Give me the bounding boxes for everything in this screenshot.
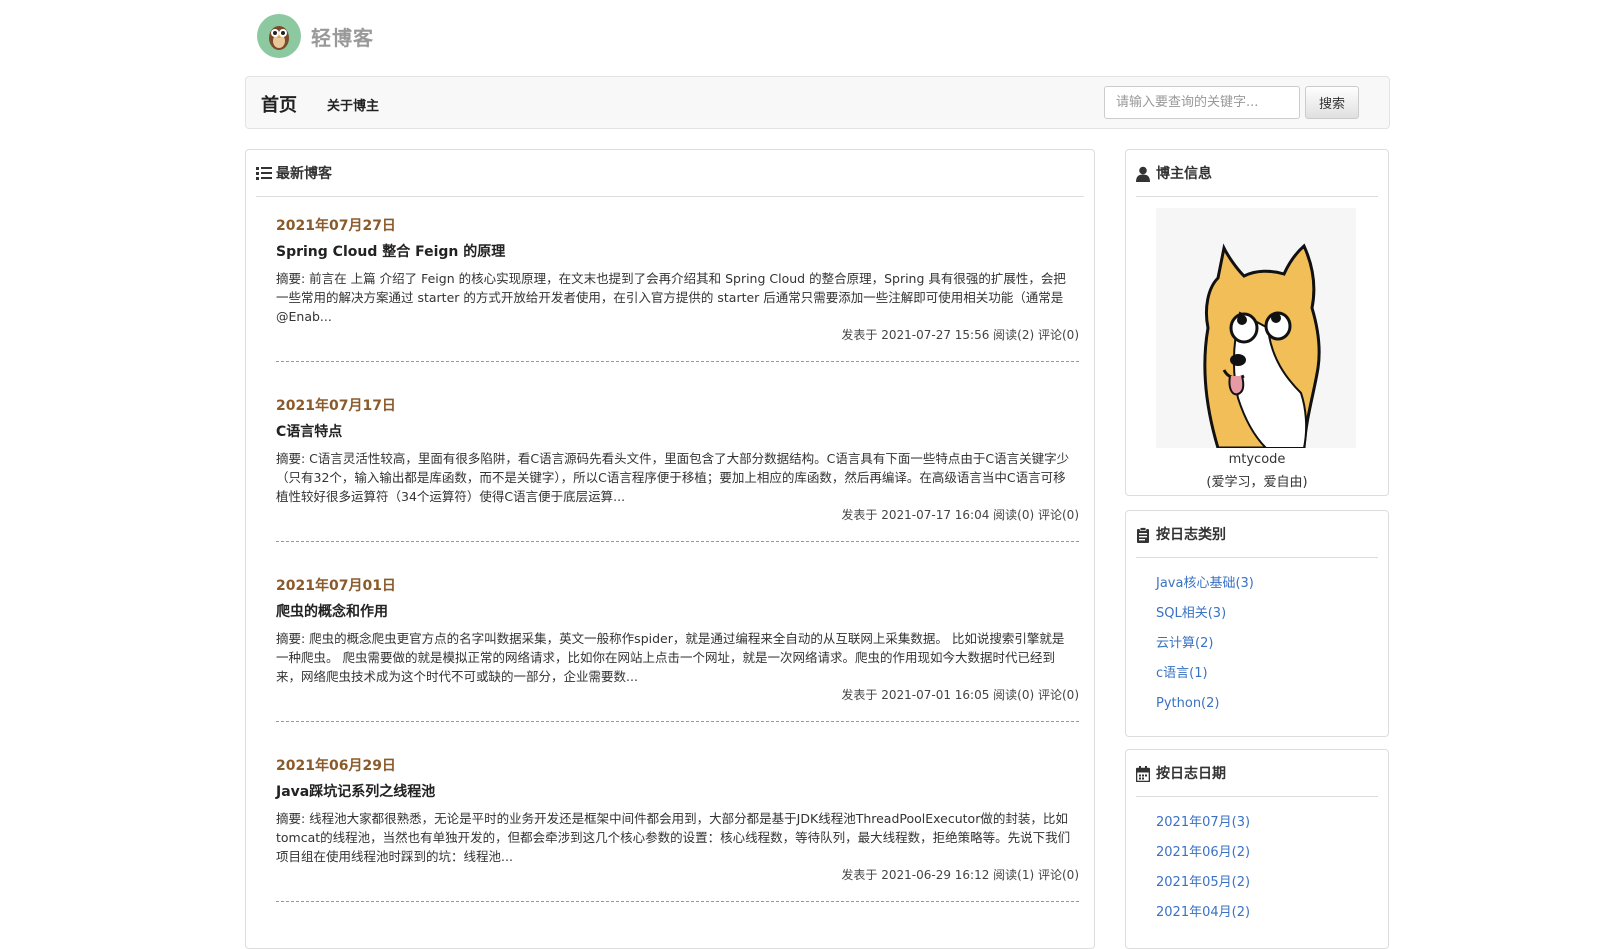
search-input[interactable] xyxy=(1104,86,1300,119)
site-name: 轻博客 xyxy=(311,25,374,50)
calendar-icon xyxy=(1136,766,1150,782)
latest-posts-title: 最新博客 xyxy=(276,166,332,182)
author-name: mtycode xyxy=(1228,452,1286,467)
post-summary: 摘要: C语言灵活性较高，里面有很多陷阱，看C语言源码先看头文件，里面包含了大部… xyxy=(276,451,1070,504)
author-avatar xyxy=(1156,208,1356,450)
categories-panel: 按日志类别 Java核心基础(3) SQL相关(3) 云计算(2) c语言(1)… xyxy=(1125,510,1389,737)
author-panel: 博主信息 mtycode (爱学习，爱自由) xyxy=(1125,149,1389,496)
archive-panel-title: 按日志日期 xyxy=(1156,766,1226,782)
archive-link[interactable]: 2021年07月(3) xyxy=(1156,814,1250,844)
post-date: 2021年07月27日 xyxy=(276,218,396,234)
author-panel-header: 博主信息 xyxy=(1136,164,1378,197)
nav-home-link[interactable]: 首页 xyxy=(261,91,297,117)
post-meta: 发表于 2021-07-27 15:56 阅读(2) 评论(0) xyxy=(841,328,1079,342)
archive-link[interactable]: 2021年04月(2) xyxy=(1156,904,1250,934)
search-button[interactable]: 搜索 xyxy=(1305,86,1359,119)
post-date: 2021年07月17日 xyxy=(276,398,396,414)
archive-panel-header: 按日志日期 xyxy=(1136,764,1378,797)
archive-panel: 按日志日期 2021年07月(3) 2021年06月(2) 2021年05月(2… xyxy=(1125,749,1389,949)
post-date: 2021年06月29日 xyxy=(276,758,396,774)
category-link[interactable]: Java核心基础(3) xyxy=(1156,575,1254,605)
categories-panel-title: 按日志类别 xyxy=(1156,527,1226,543)
category-link[interactable]: Python(2) xyxy=(1156,695,1254,725)
post-item: 2021年06月29日 Java踩坑记系列之线程池 摘要: 线程池大家都很熟悉，… xyxy=(276,755,1079,902)
post-meta: 发表于 2021-06-29 16:12 阅读(1) 评论(0) xyxy=(841,868,1079,882)
post-summary: 摘要: 线程池大家都很熟悉，无论是平时的业务开发还是框架中间件都会用到，大部分都… xyxy=(276,811,1071,864)
user-icon xyxy=(1136,166,1150,182)
post-item: 2021年07月27日 Spring Cloud 整合 Feign 的原理 摘要… xyxy=(276,215,1079,362)
post-date: 2021年07月01日 xyxy=(276,578,396,594)
author-panel-title: 博主信息 xyxy=(1156,166,1212,182)
post-title-link[interactable]: C语言特点 xyxy=(276,421,342,441)
owl-logo-icon xyxy=(257,14,301,58)
category-link[interactable]: 云计算(2) xyxy=(1156,635,1254,665)
latest-posts-panel: 最新博客 2021年07月27日 Spring Cloud 整合 Feign 的… xyxy=(245,149,1095,949)
category-link[interactable]: SQL相关(3) xyxy=(1156,605,1254,635)
post-item: 2021年07月17日 C语言特点 摘要: C语言灵活性较高，里面有很多陷阱，看… xyxy=(276,395,1079,542)
list-icon xyxy=(256,167,272,181)
archive-list: 2021年07月(3) 2021年06月(2) 2021年05月(2) 2021… xyxy=(1156,814,1250,934)
clipboard-icon xyxy=(1137,527,1149,543)
site-logo[interactable]: 轻博客 xyxy=(257,14,374,58)
post-meta: 发表于 2021-07-01 16:05 阅读(0) 评论(0) xyxy=(841,688,1079,702)
archive-link[interactable]: 2021年06月(2) xyxy=(1156,844,1250,874)
author-motto: (爱学习，爱自由) xyxy=(1206,475,1308,490)
post-summary: 摘要: 前言在 上篇 介绍了 Feign 的核心实现原理，在文末也提到了会再介绍… xyxy=(276,271,1066,324)
post-title-link[interactable]: 爬虫的概念和作用 xyxy=(276,601,388,621)
post-item: 2021年07月01日 爬虫的概念和作用 摘要: 爬虫的概念爬虫更官方点的名字叫… xyxy=(276,575,1079,722)
category-list: Java核心基础(3) SQL相关(3) 云计算(2) c语言(1) Pytho… xyxy=(1156,575,1254,725)
post-summary: 摘要: 爬虫的概念爬虫更官方点的名字叫数据采集，英文一般称作spider，就是通… xyxy=(276,631,1065,684)
navbar: 首页 关于博主 搜索 xyxy=(245,76,1390,129)
post-meta: 发表于 2021-07-17 16:04 阅读(0) 评论(0) xyxy=(841,508,1079,522)
post-title-link[interactable]: Java踩坑记系列之线程池 xyxy=(276,781,435,801)
archive-link[interactable]: 2021年05月(2) xyxy=(1156,874,1250,904)
categories-panel-header: 按日志类别 xyxy=(1136,525,1378,558)
category-link[interactable]: c语言(1) xyxy=(1156,665,1254,695)
latest-posts-header: 最新博客 xyxy=(256,164,1084,197)
nav-about-link[interactable]: 关于博主 xyxy=(327,95,379,114)
post-title-link[interactable]: Spring Cloud 整合 Feign 的原理 xyxy=(276,241,505,261)
